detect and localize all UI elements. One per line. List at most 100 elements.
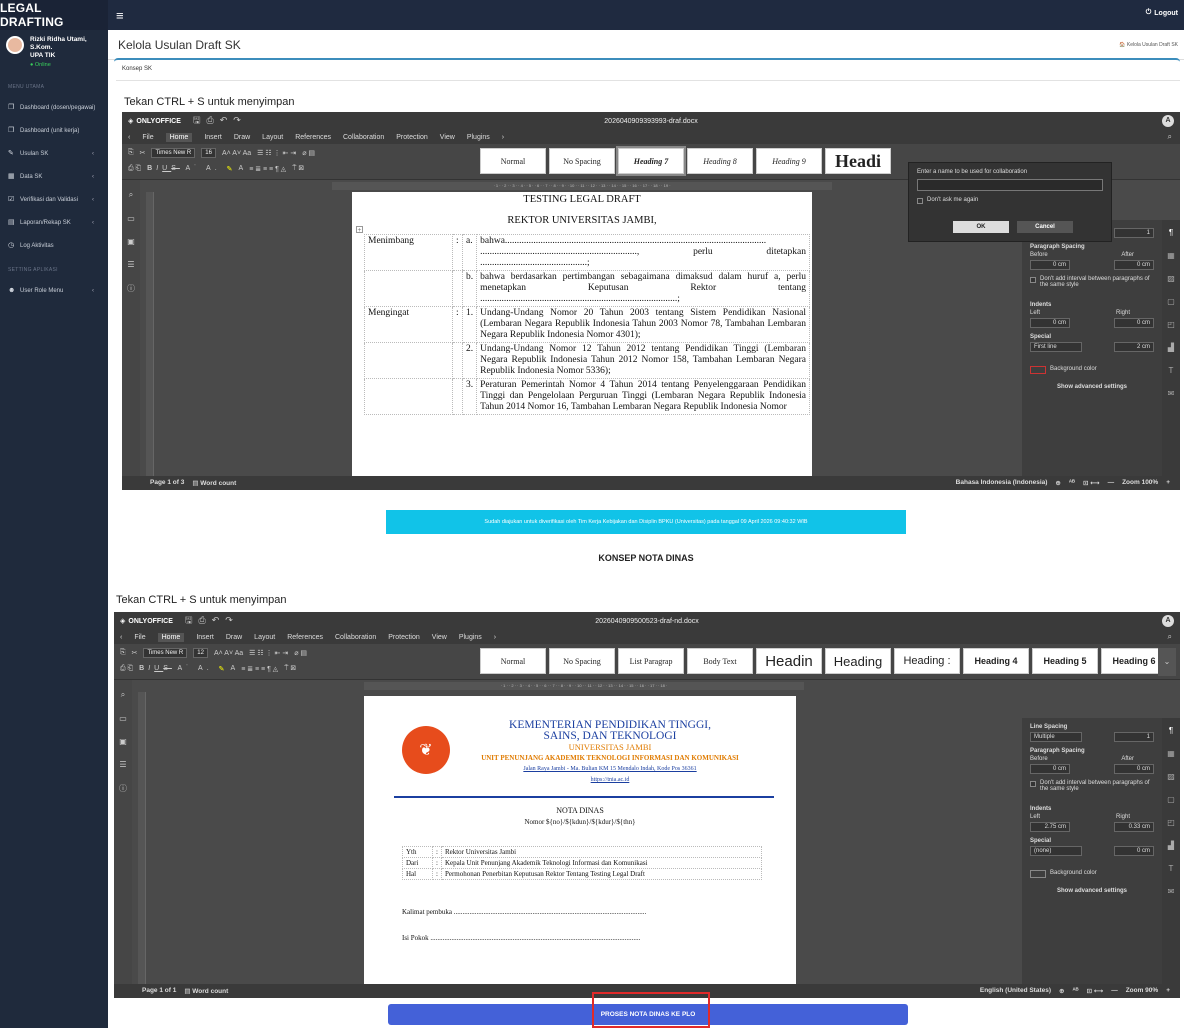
cut-icon[interactable]: ✂: [140, 149, 146, 157]
dont-add-interval-checkbox[interactable]: Don't add interval between paragraphs of…: [1030, 276, 1154, 288]
globe-icon[interactable]: ⊕: [1055, 479, 1060, 487]
format-buttons[interactable]: BIUS A˙ A.: [139, 665, 212, 672]
format-buttons[interactable]: BIUS A˙ A.: [147, 165, 220, 172]
indent-left-input[interactable]: 0 cm: [1030, 318, 1070, 328]
spacing-before-input[interactable]: 0 cm: [1030, 764, 1070, 774]
cut-icon[interactable]: ✂: [132, 649, 138, 657]
dont-add-interval-checkbox[interactable]: Don't add interval between paragraphs of…: [1030, 780, 1154, 792]
logout-button[interactable]: ⏻ Logout: [1146, 9, 1178, 17]
language-select[interactable]: Bahasa Indonesia (Indonesia): [956, 479, 1048, 487]
spellcheck-icon[interactable]: ᴬᴮ: [1072, 987, 1078, 995]
table-move-icon[interactable]: +: [356, 226, 363, 234]
sidebar-item-laporan[interactable]: ▤ Laporan/Rekap SK ‹: [0, 211, 108, 234]
mail-merge-icon[interactable]: ✉: [1168, 887, 1175, 896]
spacing-after-input[interactable]: 0 cm: [1114, 260, 1154, 270]
copy-icon[interactable]: ⎘: [128, 149, 134, 157]
style-heading-5[interactable]: Heading 5: [1032, 648, 1098, 674]
document-page[interactable]: TESTING LEGAL DRAFT REKTOR UNIVERSITAS J…: [352, 192, 812, 476]
font-size-select[interactable]: 16: [201, 148, 216, 158]
list-icons[interactable]: ☰ ☷ ⋮ ⇤ ⇥: [257, 149, 296, 157]
zoom-out-icon[interactable]: —: [1108, 479, 1115, 487]
font-color-icon[interactable]: A: [239, 165, 244, 172]
header-footer-icon[interactable]: ▢: [1167, 297, 1175, 306]
search-icon[interactable]: ⌕: [1168, 632, 1172, 642]
style-normal[interactable]: Normal: [480, 148, 546, 174]
style-body-text[interactable]: Body Text: [687, 648, 753, 674]
font-family-select[interactable]: Times New R: [143, 648, 188, 658]
menu-collaboration[interactable]: Collaboration: [343, 134, 384, 141]
style-no-spacing[interactable]: No Spacing: [549, 648, 615, 674]
comments-icon[interactable]: ▭: [119, 714, 127, 723]
style-heading[interactable]: Headi: [825, 148, 891, 174]
menu-forward-icon[interactable]: ›: [502, 134, 504, 141]
menu-plugins[interactable]: Plugins: [467, 134, 490, 141]
style-no-spacing[interactable]: No Spacing: [549, 148, 615, 174]
style-heading-4[interactable]: Heading 4: [963, 648, 1029, 674]
navigation-icon[interactable]: ☰: [127, 260, 134, 269]
mail-merge-icon[interactable]: ✉: [1168, 389, 1175, 398]
page-indicator[interactable]: Page 1 of 3: [150, 479, 184, 487]
sidebar-item-log[interactable]: ◷ Log Aktivitas: [0, 234, 108, 257]
menu-draw[interactable]: Draw: [226, 634, 242, 641]
menu-view[interactable]: View: [432, 634, 447, 641]
highlight-icon[interactable]: ✎: [219, 665, 225, 673]
word-count-button[interactable]: ▤ Word count: [192, 479, 236, 487]
menu-file[interactable]: File: [142, 134, 153, 141]
style-heading-9[interactable]: Heading 9: [756, 148, 822, 174]
header-footer-icon[interactable]: ▢: [1167, 795, 1175, 804]
special-indent-select[interactable]: (none): [1030, 846, 1082, 856]
menu-references[interactable]: References: [295, 134, 331, 141]
table-icon[interactable]: ▦: [1167, 749, 1175, 758]
special-indent-input[interactable]: 0 cm: [1114, 846, 1154, 856]
search-icon[interactable]: ⌕: [121, 690, 125, 700]
menu-protection[interactable]: Protection: [388, 634, 420, 641]
user-avatar-icon[interactable]: A: [1162, 115, 1174, 127]
zoom-level[interactable]: Zoom 90%: [1126, 987, 1159, 995]
menu-layout[interactable]: Layout: [254, 634, 275, 641]
line-spacing-value[interactable]: 1: [1114, 732, 1154, 742]
page-indicator[interactable]: Page 1 of 1: [142, 987, 176, 995]
paragraph-icon[interactable]: ¶: [1169, 228, 1173, 237]
menu-layout[interactable]: Layout: [262, 134, 283, 141]
paste-icon[interactable]: ⎙ ⎗: [120, 665, 133, 673]
zoom-out-icon[interactable]: —: [1111, 987, 1118, 995]
fit-page-icon[interactable]: ⊡ ⟷: [1083, 479, 1100, 487]
search-icon[interactable]: ⌕: [129, 190, 133, 200]
comments-icon[interactable]: ▭: [127, 214, 135, 223]
fit-page-icon[interactable]: ⊡ ⟷: [1087, 987, 1104, 995]
quick-actions[interactable]: 🖫⎙↶↷: [185, 613, 239, 629]
zoom-in-icon[interactable]: +: [1166, 479, 1170, 487]
sidebar-item-user-role[interactable]: ☻ User Role Menu ‹: [0, 279, 108, 302]
cancel-button[interactable]: Cancel: [1017, 221, 1073, 233]
menu-file[interactable]: File: [134, 634, 145, 641]
spellcheck-icon[interactable]: ᴬᴮ: [1069, 479, 1075, 487]
image-icon[interactable]: ▨: [1167, 274, 1175, 283]
advanced-settings-link[interactable]: Show advanced settings: [1030, 384, 1154, 390]
sidebar-item-verifikasi[interactable]: ☑ Verifikasi dan Validasi ‹: [0, 188, 108, 211]
style-heading-1[interactable]: Headin: [756, 648, 822, 674]
indent-right-input[interactable]: 0 cm: [1114, 318, 1154, 328]
sidebar-item-dashboard-dosen[interactable]: ❐ Dashboard (dosen/pegawai): [0, 96, 108, 119]
shape-icon[interactable]: ◰: [1167, 818, 1175, 827]
sidebar-item-usulan-sk[interactable]: ✎ Usulan SK ‹: [0, 142, 108, 165]
onlyoffice-editor-nota-dinas[interactable]: ◈ ONLYOFFICE 🖫⎙↶↷ 2026040909500523-draf-…: [114, 612, 1180, 998]
menu-insert[interactable]: Insert: [204, 134, 222, 141]
paragraph-icon[interactable]: ¶: [1169, 726, 1173, 735]
paste-icon[interactable]: ⎙ ⎗: [128, 165, 141, 173]
insert-icons[interactable]: ⍑ ⊠: [292, 164, 304, 173]
background-color-picker[interactable]: Background color: [1030, 870, 1154, 878]
line-spacing-value[interactable]: 1: [1114, 228, 1154, 238]
align-icons[interactable]: ≡ ≣ ≡ ≡ ¶ ◬: [241, 665, 278, 673]
indent-right-input[interactable]: 0.33 cm: [1114, 822, 1154, 832]
menu-back-icon[interactable]: ‹: [120, 634, 122, 641]
background-color-picker[interactable]: Background color: [1030, 366, 1154, 374]
menu-home[interactable]: Home: [157, 632, 185, 642]
spacing-before-input[interactable]: 0 cm: [1030, 260, 1070, 270]
style-list-paragraph[interactable]: List Paragrap: [618, 648, 684, 674]
shape-icon[interactable]: ◰: [1167, 320, 1175, 329]
style-heading-2[interactable]: Heading: [825, 648, 891, 674]
sidebar-item-data-sk[interactable]: ▦ Data SK ‹: [0, 165, 108, 188]
breadcrumb[interactable]: 🏠 Kelola Usulan Draft SK: [1119, 42, 1178, 48]
menu-insert[interactable]: Insert: [196, 634, 214, 641]
font-size-select[interactable]: 12: [193, 648, 208, 658]
